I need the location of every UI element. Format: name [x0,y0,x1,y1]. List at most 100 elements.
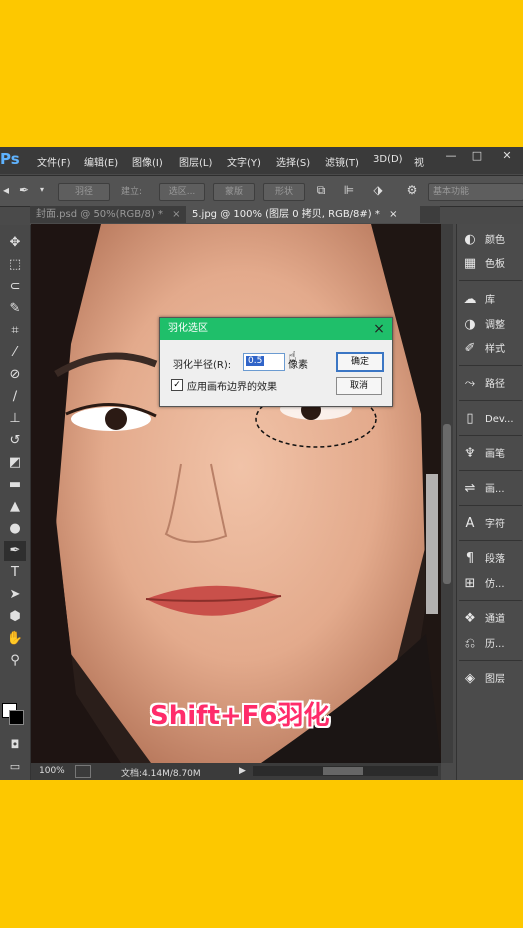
close-icon[interactable]: × [372,318,386,340]
panel-layers[interactable]: ◈ 图层 [461,669,523,689]
divider [459,600,522,601]
menu-view[interactable]: 视 [414,154,424,169]
maximize-button[interactable]: □ [464,147,490,165]
quick-select-icon[interactable]: ✎ [4,299,26,319]
dodge-icon[interactable]: ● [4,519,26,539]
panel-clone-source[interactable]: ⊞ 仿... [461,574,523,594]
cancel-button[interactable]: 取消 [336,377,382,395]
library-icon: ☁ [463,292,477,307]
scroll-thumb[interactable] [323,767,363,775]
panel-brush-settings[interactable]: ⇌ 画... [461,479,523,499]
panel-styles[interactable]: ✐ 样式 [461,339,523,359]
type-icon[interactable]: T [4,563,26,583]
document-tabs: 封面.psd @ 50%(RGB/8) * × 5.jpg @ 100% (图层… [30,206,440,223]
brush-icon[interactable]: ∕ [4,387,26,407]
screen-mode-icon[interactable]: ▭ [4,757,26,777]
panel-swatches[interactable]: ▦ 色板 [461,254,523,274]
divider [459,505,522,506]
dialog-title-bar[interactable]: 羽化选区 × [160,318,392,340]
zoom-icon[interactable]: ⚲ [4,651,26,671]
menu-select[interactable]: 选择(S) [276,154,310,169]
scroll-thumb[interactable] [443,424,451,584]
divider [459,540,522,541]
panel-character[interactable]: A 字符 [461,514,523,534]
move-icon[interactable]: ✥ [4,233,26,253]
menu-edit[interactable]: 编辑(E) [84,154,118,169]
gradient-icon[interactable]: ▬ [4,475,26,495]
horizontal-scrollbar[interactable] [253,766,438,776]
path-arrangement-icon[interactable]: ⬗ [370,182,386,198]
vertical-scrollbar[interactable] [441,224,453,763]
photoshop-logo: Ps [0,150,20,168]
panel-brush-presets[interactable]: ♆ 画笔 [461,444,523,464]
canvas-bounds-checkbox[interactable]: ✓ [171,379,183,391]
feather-dropdown[interactable]: 羽径 [58,183,110,201]
styles-icon: ✐ [464,341,476,356]
workspace-dropdown[interactable]: 基本功能 [428,183,523,201]
panel-adjustments[interactable]: ◑ 调整 [461,315,523,335]
menu-filter[interactable]: 滤镜(T) [325,154,359,169]
blur-icon[interactable]: ▲ [4,497,26,517]
quick-mask-icon[interactable]: ◘ [4,735,26,755]
panel-color[interactable]: ◐ 颜色 [461,230,523,250]
tab-5-jpg[interactable]: 5.jpg @ 100% (图层 0 拷贝, RGB/8#) * × [186,206,420,223]
gear-icon[interactable]: ⚙ [404,182,420,198]
eraser-icon[interactable]: ◩ [4,453,26,473]
tab-label: 5.jpg @ 100% (图层 0 拷贝, RGB/8#) * [192,209,380,220]
tab-close-icon[interactable]: × [172,209,180,220]
path-operations-icon[interactable]: ⧉ [313,182,329,198]
panel-paragraph[interactable]: ¶ 段落 [461,549,523,569]
layers-icon: ◈ [465,671,475,686]
stamp-icon[interactable]: ⊥ [4,409,26,429]
pen-icon[interactable]: ✒ [4,541,26,561]
background-color-swatch[interactable] [9,710,24,725]
close-window-button[interactable]: ✕ [494,147,520,165]
clone-source-icon: ⊞ [464,576,476,591]
make-mask-button[interactable]: 蒙版 [213,183,255,201]
adjustments-icon: ◑ [464,317,476,332]
document-canvas[interactable] [31,224,441,763]
lasso-icon[interactable]: ⊂ [4,277,26,297]
feather-radius-input[interactable]: 0.5 [243,353,285,371]
path-select-icon[interactable]: ➤ [4,585,26,605]
ok-button[interactable]: 确定 [336,352,384,372]
divider [459,400,522,401]
shape-icon[interactable]: ⬢ [4,607,26,627]
make-selection-button[interactable]: 选区... [159,183,205,201]
home-icon[interactable]: ◂ [0,182,14,198]
channels-icon: ❖ [464,611,476,626]
paths-icon: ⤳ [464,376,476,391]
zoom-level[interactable]: 100% [39,766,65,776]
divider [459,470,522,471]
panel-paths[interactable]: ⤳ 路径 [461,374,523,394]
tab-close-icon[interactable]: × [389,209,397,220]
eyedropper-icon[interactable]: ⁄ [4,343,26,363]
make-shape-button[interactable]: 形状 [263,183,305,201]
panel-library[interactable]: ☁ 库 [461,290,523,310]
chevron-down-icon[interactable]: ▾ [34,182,50,198]
history-brush-icon[interactable]: ↺ [4,431,26,451]
crop-icon[interactable]: ⌗ [4,321,26,341]
zoom-icon[interactable] [75,765,91,778]
feather-selection-dialog: 羽化选区 × 羽化半径(R): 0.5 像素 ☝ ✓ 应用画布边界的效果 确定 … [159,317,393,407]
marquee-icon[interactable]: ⬚ [4,255,26,275]
healing-icon[interactable]: ⊘ [4,365,26,385]
path-alignment-icon[interactable]: ⊫ [341,182,357,198]
menu-type[interactable]: 文字(Y) [227,154,261,169]
cursor-icon: ☝ [288,349,297,365]
brush-presets-icon: ♆ [464,446,476,461]
hand-icon[interactable]: ✋ [4,629,26,649]
minimize-button[interactable]: — [438,147,464,165]
tab-cover-psd[interactable]: 封面.psd @ 50%(RGB/8) * × [30,206,188,223]
menu-3d[interactable]: 3D(D) [373,154,403,165]
pen-tool-preset-icon[interactable]: ✒ [16,182,32,198]
status-menu-arrow[interactable]: ▶ [239,766,246,776]
panel-channels[interactable]: ❖ 通道 [461,609,523,629]
menu-layer[interactable]: 图层(L) [179,154,212,169]
panel-device[interactable]: ▯ Dev... [461,409,523,429]
menu-file[interactable]: 文件(F) [37,154,71,169]
swatches-icon: ▦ [463,256,477,271]
menu-image[interactable]: 图像(I) [132,154,163,169]
panel-history[interactable]: ⎌ 历... [461,634,523,654]
portrait-photo [31,224,441,763]
